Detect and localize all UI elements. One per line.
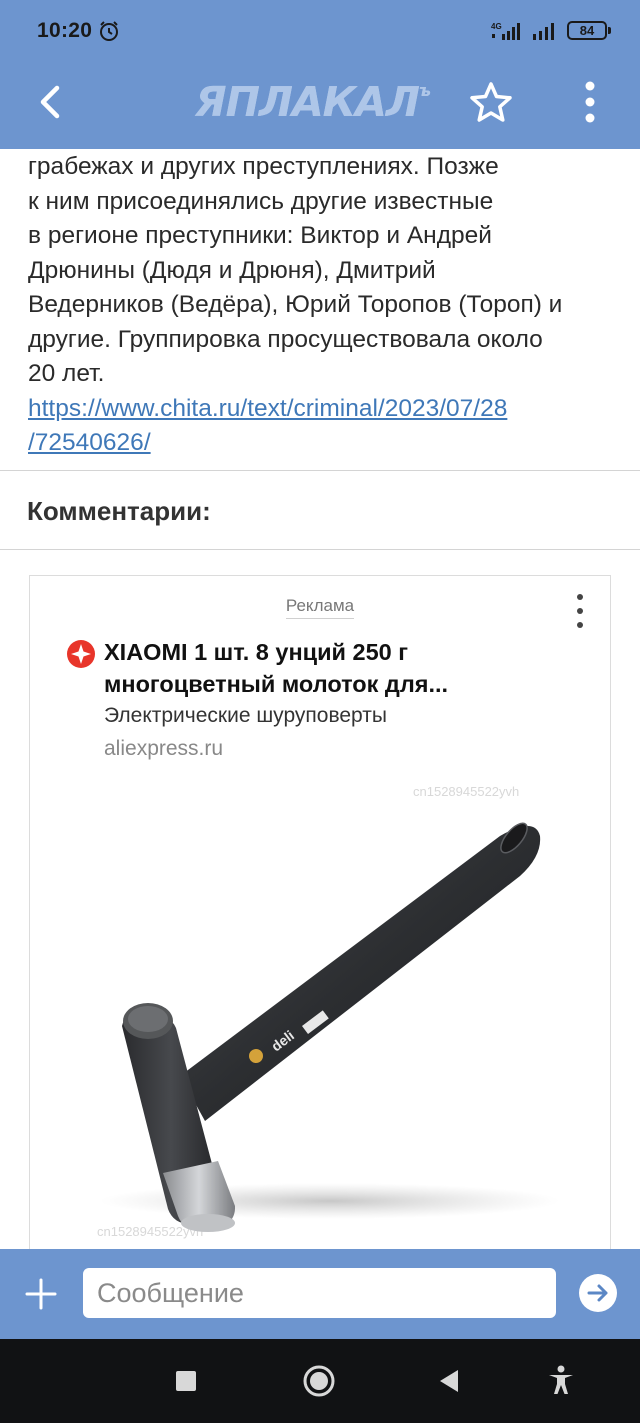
article-link[interactable]: https://www.chita.ru/text/criminal/2023/… <box>28 392 618 461</box>
divider <box>0 549 640 550</box>
svg-text:cn1528945522yvh: cn1528945522yvh <box>413 784 519 799</box>
accessibility-icon[interactable] <box>541 1361 581 1401</box>
star-icon[interactable] <box>465 77 517 129</box>
send-arrow-icon[interactable] <box>578 1273 618 1313</box>
circle-icon[interactable] <box>299 1361 339 1401</box>
message-input[interactable] <box>83 1268 556 1318</box>
alarm-icon <box>100 21 118 41</box>
ad-domain: aliexpress.ru <box>104 737 224 760</box>
article-text: грабежах и других преступлениях. Позже к… <box>28 153 563 387</box>
svg-text:4G: 4G <box>491 22 502 31</box>
hammer-product-image[interactable]: cn1528945522yvh cn1528945522yvh deli <box>30 776 611 1275</box>
ad-label: Реклама <box>30 596 610 619</box>
app-logo[interactable]: ЯПЛАКАЛъ <box>195 76 431 128</box>
mobile-signal-4g-icon: 4G <box>491 22 520 40</box>
ad-title[interactable]: XIAOMI 1 шт. 8 унций 250 г многоцветный … <box>104 636 584 700</box>
divider <box>0 470 640 471</box>
battery-indicator: 84 <box>567 21 611 40</box>
ad-subtitle: Электрические шуруповерты <box>104 704 387 727</box>
system-nav-bar <box>0 1339 640 1423</box>
more-vertical-icon[interactable] <box>572 593 588 629</box>
ad-card[interactable]: Реклама XIAOMI 1 шт. 8 унций 250 г много… <box>29 575 611 1275</box>
triangle-back-icon[interactable] <box>429 1361 469 1401</box>
status-time: 10:20 <box>37 19 93 42</box>
signal-strength-icon <box>533 23 554 40</box>
message-composer <box>0 1249 640 1339</box>
top-header: 10:20 4G 84 ЯПЛАКАЛъ <box>0 0 640 149</box>
square-icon[interactable] <box>166 1361 206 1401</box>
aliexpress-logo-icon <box>67 640 95 668</box>
app-bar: ЯПЛАКАЛъ <box>0 60 640 149</box>
back-arrow-icon[interactable] <box>25 76 77 128</box>
plus-icon[interactable] <box>22 1275 60 1313</box>
status-bar: 10:20 4G 84 <box>0 0 640 60</box>
comments-heading: Комментарии: <box>27 496 211 526</box>
more-vertical-icon[interactable] <box>568 76 612 128</box>
article-body: грабежах и других преступлениях. Позже к… <box>28 150 618 461</box>
